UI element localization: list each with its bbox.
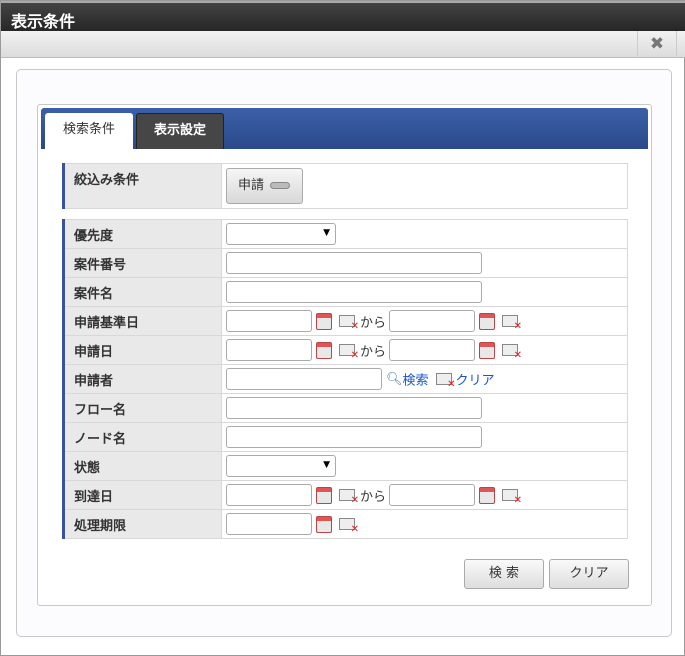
- calendar-icon[interactable]: [316, 312, 332, 330]
- clear-date-icon[interactable]: [339, 489, 359, 506]
- range-separator: から: [360, 489, 387, 505]
- conditions-table: 優先度 案件番号 案件名 申請基準日から 申請日から 申請者🔍︎検索クリア フロ…: [62, 219, 628, 539]
- matter-name-input[interactable]: [226, 281, 482, 303]
- tab-display-settings[interactable]: 表示設定: [136, 113, 224, 149]
- matter-name-label: 案件名: [62, 277, 222, 307]
- apply-date-label: 申請日: [62, 335, 222, 365]
- base-date-to-input[interactable]: [389, 310, 476, 332]
- calendar-icon[interactable]: [479, 312, 496, 330]
- base-date-from-input[interactable]: [226, 310, 312, 332]
- calendar-icon[interactable]: [316, 341, 332, 359]
- priority-label: 優先度: [62, 219, 222, 249]
- close-icon[interactable]: ✖: [637, 31, 677, 58]
- clear-date-icon[interactable]: [339, 518, 359, 535]
- applicant-clear-link[interactable]: クリア: [456, 374, 495, 389]
- calendar-icon[interactable]: [479, 341, 496, 359]
- search-button[interactable]: 検 索: [464, 559, 544, 589]
- flow-name-input[interactable]: [226, 397, 482, 419]
- node-name-label: ノード名: [62, 422, 222, 452]
- range-separator: から: [360, 315, 387, 331]
- arrival-date-to-input[interactable]: [389, 484, 476, 506]
- clear-date-icon[interactable]: [502, 315, 522, 332]
- tab-search-conditions[interactable]: 検索条件: [45, 113, 133, 149]
- toggle-indicator-icon: [270, 182, 291, 189]
- deadline-input[interactable]: [226, 513, 312, 535]
- toolbar: ✖: [1, 31, 685, 58]
- window-title: 表示条件: [1, 1, 685, 31]
- clear-button[interactable]: クリア: [549, 559, 629, 589]
- clear-date-icon[interactable]: [502, 344, 522, 361]
- priority-select[interactable]: [226, 223, 336, 245]
- status-select[interactable]: [226, 455, 336, 477]
- deadline-label: 処理期限: [62, 509, 222, 539]
- arrival-date-label: 到達日: [62, 480, 222, 510]
- filter-table: 絞込み条件 申請: [62, 163, 628, 209]
- calendar-icon[interactable]: [316, 515, 332, 533]
- calendar-icon[interactable]: [479, 486, 496, 504]
- clear-date-icon[interactable]: [339, 344, 359, 361]
- applicant-label: 申請者: [62, 364, 222, 394]
- tab-bar: 検索条件 表示設定: [41, 108, 648, 149]
- range-separator: から: [360, 344, 387, 360]
- matter-number-input[interactable]: [226, 252, 482, 274]
- arrival-date-from-input[interactable]: [226, 484, 312, 506]
- calendar-icon[interactable]: [316, 486, 332, 504]
- search-icon[interactable]: 🔍︎: [386, 372, 403, 387]
- toggle-label: 申請: [238, 178, 265, 193]
- apply-toggle-button[interactable]: 申請: [226, 168, 303, 204]
- applicant-input[interactable]: [226, 368, 382, 390]
- clear-date-icon[interactable]: [339, 315, 359, 332]
- base-date-label: 申請基準日: [62, 306, 222, 336]
- apply-date-from-input[interactable]: [226, 339, 312, 361]
- node-name-input[interactable]: [226, 426, 482, 448]
- clear-icon[interactable]: [435, 373, 456, 390]
- applicant-search-link[interactable]: 検索: [403, 374, 429, 389]
- apply-date-to-input[interactable]: [389, 339, 476, 361]
- filter-label: 絞込み条件: [62, 163, 222, 209]
- matter-number-label: 案件番号: [62, 248, 222, 278]
- flow-name-label: フロー名: [62, 393, 222, 423]
- clear-date-icon[interactable]: [502, 489, 522, 506]
- status-label: 状態: [62, 451, 222, 481]
